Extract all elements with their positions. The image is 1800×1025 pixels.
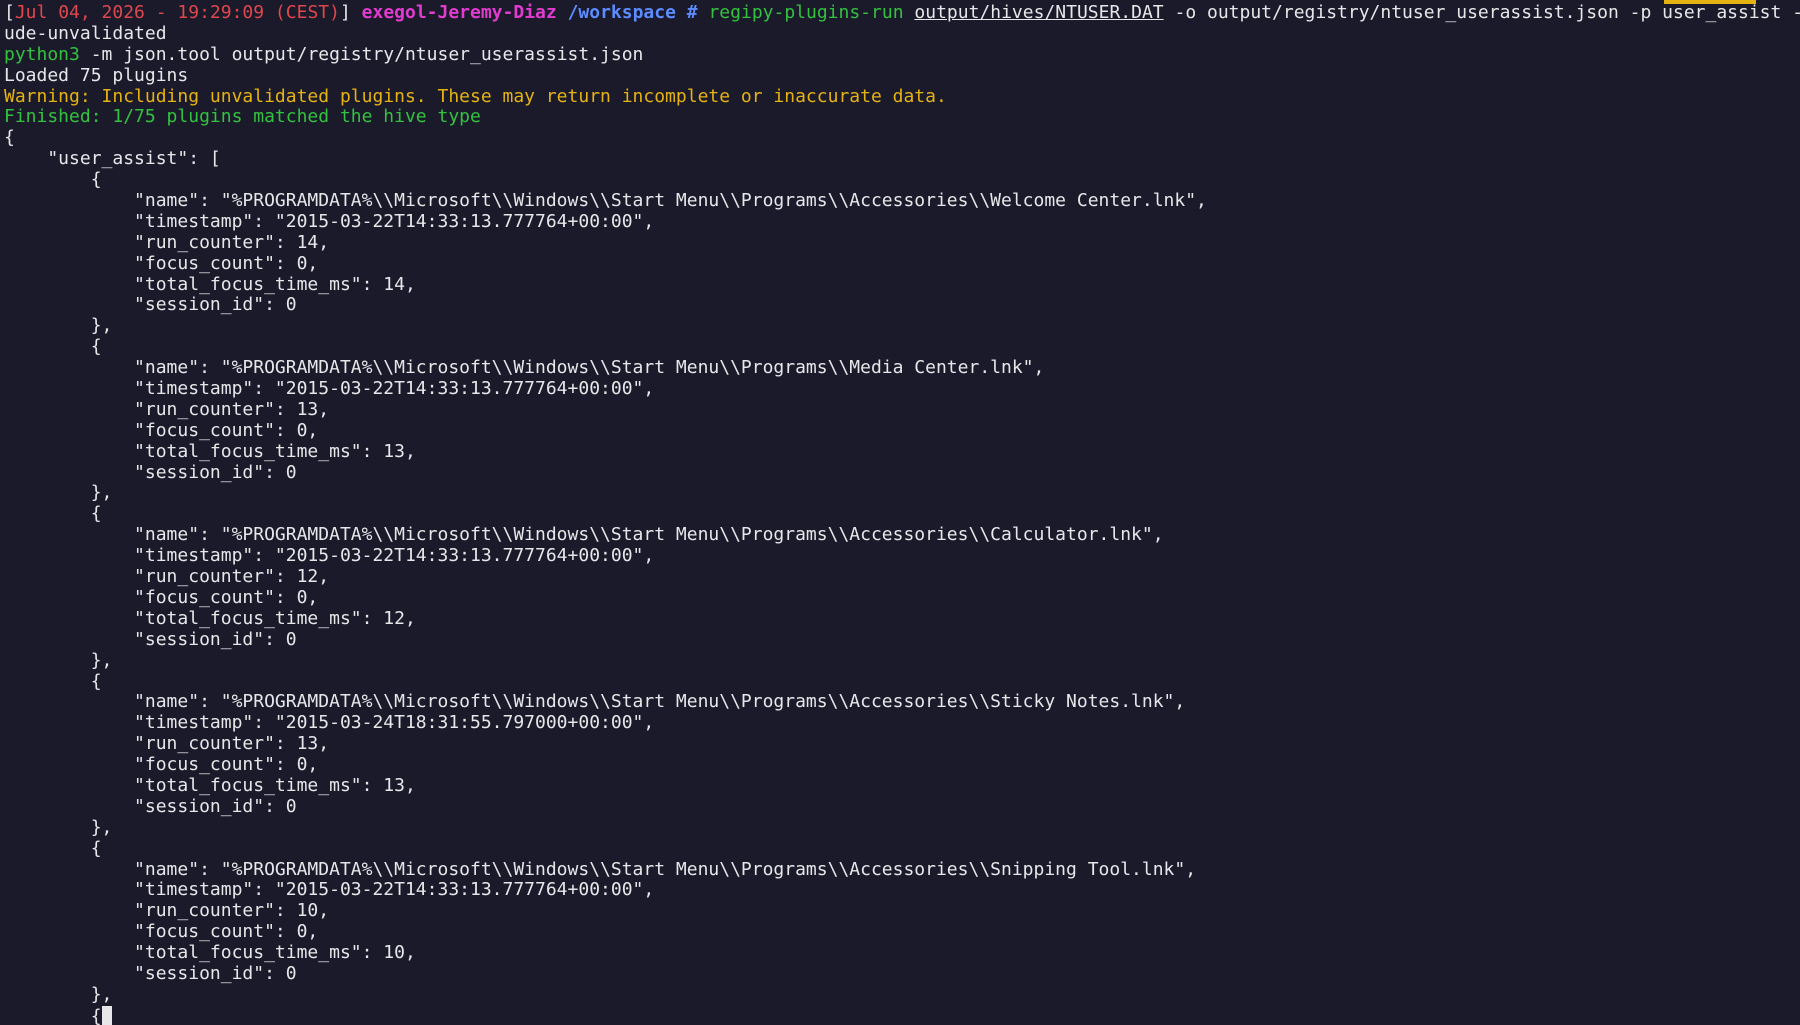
json-output-line: { — [4, 336, 102, 358]
json-output-line: "name": "%PROGRAMDATA%\\Microsoft\\Windo… — [4, 524, 1164, 546]
json-output-line: "total_focus_time_ms": 12, — [4, 607, 416, 629]
prompt-datetime: Jul 04, 2026 - 19:29:09 (CEST) — [14, 2, 340, 23]
input-line[interactable]: { — [4, 1005, 1800, 1025]
json-output-line: "focus_count": 0, — [4, 252, 319, 274]
command-args: -o output/registry/ntuser_userassist.jso… — [1174, 2, 1800, 23]
json-output-line: "total_focus_time_ms": 10, — [4, 942, 416, 964]
json-output-line: "run_counter": 13, — [4, 733, 330, 755]
terminal-cursor — [101, 1005, 112, 1025]
json-output-line: "focus_count": 0, — [4, 586, 319, 608]
json-output-line: "session_id": 0 — [4, 628, 297, 650]
json-output-line: { — [4, 127, 15, 149]
json-output-line: "timestamp": "2015-03-24T18:31:55.797000… — [4, 712, 655, 734]
prompt-open-bracket: [ — [4, 2, 15, 23]
json-output-line: "run_counter": 10, — [4, 900, 330, 922]
output-finished: Finished: 1/75 plugins matched the hive … — [4, 106, 481, 128]
json-output-line: "session_id": 0 — [4, 795, 297, 817]
corner-status-badge — [1664, 0, 1756, 4]
json-output-line: }, — [4, 983, 113, 1005]
second-command-program: python3 — [4, 43, 80, 65]
json-output-line: { — [4, 837, 102, 859]
json-output-line: }, — [4, 315, 113, 337]
terminal-window[interactable]: [Jul 04, 2026 - 19:29:09 (CEST)] exegol-… — [0, 0, 1800, 1025]
json-output-line: "session_id": 0 — [4, 962, 297, 984]
output-warning: Warning: Including unvalidated plugins. … — [4, 85, 947, 107]
prompt-line: [Jul 04, 2026 - 19:29:09 (CEST)] exegol-… — [4, 2, 1800, 24]
json-output-line: "total_focus_time_ms": 14, — [4, 273, 416, 295]
json-output-line: { — [4, 670, 102, 692]
json-output-line: "name": "%PROGRAMDATA%\\Microsoft\\Windo… — [4, 858, 1197, 880]
json-output-line: "total_focus_time_ms": 13, — [4, 774, 416, 796]
second-command-line: python3 -m json.tool output/registry/ntu… — [4, 43, 1800, 66]
json-output-line: "session_id": 0 — [4, 294, 297, 316]
json-output-line: }, — [4, 649, 113, 671]
json-output-line: "total_focus_time_ms": 13, — [4, 440, 416, 462]
prompt-close-bracket: ] — [339, 2, 351, 23]
json-output-line: }, — [4, 816, 113, 838]
output-loaded: Loaded 75 plugins — [4, 64, 189, 86]
json-output-line: "run_counter": 13, — [4, 398, 330, 420]
json-output-line: "session_id": 0 — [4, 461, 297, 483]
json-output-line: "timestamp": "2015-03-22T14:33:13.777764… — [4, 378, 655, 400]
json-output-line: "name": "%PROGRAMDATA%\\Microsoft\\Windo… — [4, 691, 1186, 713]
command-hive-path: output/hives/NTUSER.DAT — [914, 2, 1164, 23]
json-output-line: "focus_count": 0, — [4, 754, 319, 776]
json-output-line: }, — [4, 482, 113, 504]
second-command-args: -m json.tool output/registry/ntuser_user… — [90, 43, 644, 65]
command-args-wrap: ude-unvalidated — [4, 22, 167, 44]
json-output-line: "run_counter": 12, — [4, 566, 330, 588]
json-output-line: "name": "%PROGRAMDATA%\\Microsoft\\Windo… — [4, 357, 1045, 379]
json-output-line: "timestamp": "2015-03-22T14:33:13.777764… — [4, 545, 655, 567]
json-output-line: "timestamp": "2015-03-22T14:33:13.777764… — [4, 210, 655, 232]
json-output-line: { — [4, 503, 102, 525]
prompt-hash: # — [686, 2, 698, 23]
command-name: regipy-plugins-run — [708, 2, 904, 23]
json-output-line: "focus_count": 0, — [4, 419, 319, 441]
prompt-host: exegol-Jeremy-Diaz — [361, 2, 557, 23]
json-output-line: { — [4, 169, 102, 191]
json-output: { "user_assist": [ { "name": "%PROGRAMDA… — [4, 127, 1800, 1005]
json-output-line: "name": "%PROGRAMDATA%\\Microsoft\\Windo… — [4, 190, 1207, 212]
json-output-line: "run_counter": 14, — [4, 231, 330, 253]
json-output-line: "timestamp": "2015-03-22T14:33:13.777764… — [4, 879, 655, 901]
input-line-text: { — [4, 1005, 102, 1025]
prompt-cwd: /workspace — [567, 2, 676, 23]
json-output-line: "focus_count": 0, — [4, 921, 319, 943]
json-output-line: "user_assist": [ — [4, 148, 221, 170]
